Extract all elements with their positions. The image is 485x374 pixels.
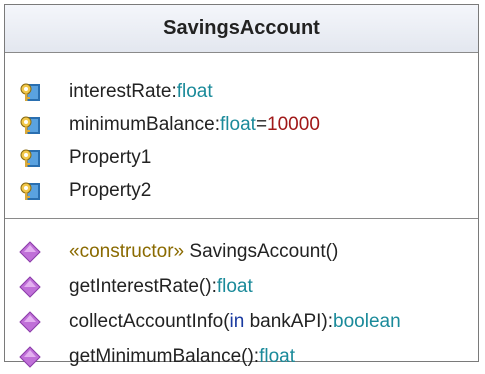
operation-diamond-icon (19, 310, 41, 333)
operation-row[interactable]: getMinimumBalance():float (5, 339, 478, 374)
operation-diamond-icon (19, 275, 41, 298)
operation-return-type: boolean (333, 310, 401, 332)
attribute-type: float (176, 80, 213, 102)
property-key-icon (20, 116, 40, 134)
operation-diamond-icon (19, 240, 41, 263)
attribute-type: float (220, 113, 256, 135)
attribute-name: Property1 (69, 146, 152, 168)
operation-name: getInterestRate() (69, 275, 212, 297)
attribute-name: Property2 (69, 179, 152, 201)
attribute-row[interactable]: Property2 (5, 174, 478, 207)
class-name-header[interactable]: SavingsAccount (5, 5, 478, 53)
property-key-icon (20, 83, 40, 101)
operation-name: SavingsAccount() (184, 240, 339, 262)
operation-row[interactable]: getInterestRate():float (5, 269, 478, 304)
operation-stereotype: «constructor» (69, 240, 185, 262)
operation-name: collectAccountInfo( (69, 310, 230, 332)
operation-return-type: float (216, 275, 253, 297)
attribute-default: 10000 (267, 113, 320, 135)
uml-class-box[interactable]: SavingsAccount interestRate:float minimu… (4, 4, 479, 368)
operation-return-type: float (259, 345, 295, 367)
class-name: SavingsAccount (163, 17, 320, 39)
property-key-icon (20, 182, 40, 200)
operations-compartment: «constructor» SavingsAccount() getIntere… (5, 219, 478, 374)
property-key-icon (20, 149, 40, 167)
attribute-row[interactable]: Property1 (5, 141, 478, 174)
operation-name: getMinimumBalance() (69, 345, 254, 367)
attributes-compartment: interestRate:float minimumBalance:float=… (5, 53, 478, 219)
operation-diamond-icon (19, 345, 41, 368)
attribute-name: minimumBalance (69, 113, 215, 135)
attribute-row[interactable]: minimumBalance:float=10000 (5, 108, 478, 141)
parameter-name: bankAPI) (244, 310, 328, 332)
operation-row[interactable]: «constructor» SavingsAccount() (5, 234, 478, 269)
parameter-direction: in (229, 310, 245, 332)
attribute-row[interactable]: interestRate:float (5, 75, 478, 108)
operation-row[interactable]: collectAccountInfo(in bankAPI):boolean (5, 304, 478, 339)
attribute-name: interestRate (69, 80, 172, 102)
